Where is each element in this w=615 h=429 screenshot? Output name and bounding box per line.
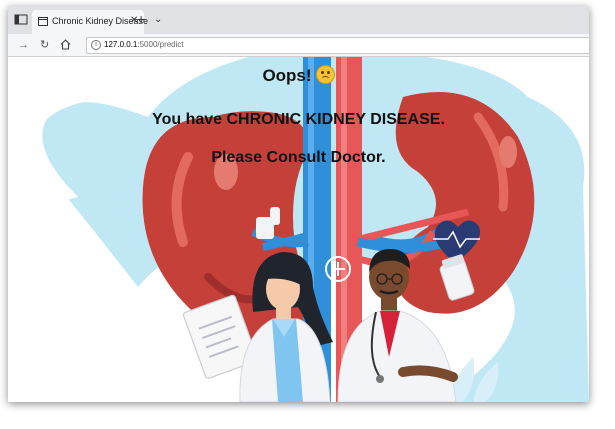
advice-message: Please Consult Doctor. [211, 149, 386, 166]
url-field[interactable]: i 127.0.0.1:5000/predict [86, 37, 589, 54]
plus-icon[interactable]: + [137, 12, 145, 26]
kidney-doctors-illustration [8, 57, 589, 402]
url-domain: 127.0.0.1 [104, 40, 138, 49]
info-icon[interactable]: i [91, 40, 101, 50]
oops-heading: Oops! [8, 65, 589, 86]
url-path: :5000/predict [137, 40, 184, 49]
frown-emoji-icon [315, 65, 335, 85]
url-text: 127.0.0.1:5000/predict [104, 40, 184, 49]
tab-chronic-kidney-disease[interactable]: Chronic Kidney Disease ✕ [32, 10, 148, 34]
browser-window: Chronic Kidney Disease ✕ + ⌄ → ↻ i 127.0… [8, 6, 589, 402]
page-viewport: Oops! You have CHRONIC KIDNEY DISEASE. P… [8, 57, 589, 402]
page-icon [38, 17, 48, 26]
address-bar: → ↻ i 127.0.0.1:5000/predict [8, 34, 589, 57]
tab-bar: Chronic Kidney Disease ✕ + ⌄ [8, 6, 589, 34]
oops-text: Oops! [262, 66, 312, 85]
home-icon[interactable] [60, 39, 71, 50]
forward-icon[interactable]: → [18, 39, 29, 51]
chevron-down-icon[interactable]: ⌄ [154, 14, 162, 25]
result-message: You have CHRONIC KIDNEY DISEASE. [152, 111, 445, 128]
tab-menu-icon[interactable] [14, 14, 28, 25]
refresh-icon[interactable]: ↻ [40, 39, 49, 51]
